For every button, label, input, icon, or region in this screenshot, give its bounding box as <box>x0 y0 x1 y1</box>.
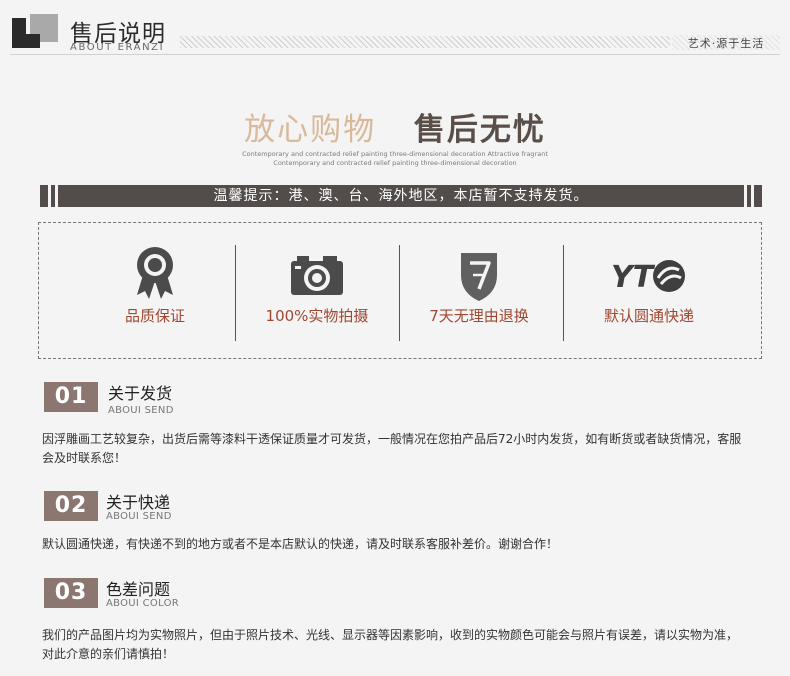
section-title: 色差问题 <box>106 580 171 599</box>
guarantee-label: 品质保证 <box>124 307 185 325</box>
section-subtitle: ABOUI SEND <box>106 511 172 522</box>
guarantee-item-express: YT 默认圆通快递 <box>569 223 729 360</box>
section-title: 关于快递 <box>106 493 171 512</box>
section-text: 默认圆通快递，有快递不到的地方或者不是本店默认的快递，请及时联系客服补差价。谢谢… <box>42 537 559 551</box>
section-subtitle: ABOUI COLOR <box>106 598 180 609</box>
hero-title-part1: 放心购物 <box>244 112 377 148</box>
award-ribbon-icon <box>137 247 173 299</box>
header-tagline: 艺术·源于生活 <box>672 35 780 50</box>
guarantee-label: 7天无理由退换 <box>429 307 529 325</box>
guarantee-label: 默认圆通快递 <box>603 307 694 325</box>
brand-logo <box>0 0 70 56</box>
section-number-badge: 03 <box>44 578 98 608</box>
section-subtitle: ABOUI SEND <box>108 405 174 416</box>
guarantee-label: 100%实物拍摄 <box>265 307 369 325</box>
hero-english-line-1: Contemporary and contracted relief paint… <box>242 150 548 158</box>
guarantee-divider <box>563 245 564 341</box>
header-stripe-band <box>180 36 670 48</box>
guarantee-divider <box>235 245 236 341</box>
notice-bar: 温馨提示：港、澳、台、海外地区，本店暂不支持发货。 <box>40 185 762 207</box>
hero-title: 放心购物 售后无忧 <box>0 104 790 149</box>
shield-7-icon <box>461 253 497 301</box>
notice-text: 温馨提示：港、澳、台、海外地区，本店暂不支持发货。 <box>213 188 589 204</box>
section-text: 因浮雕画工艺较复杂，出货后需等漆料干透保证质量才可发货，一般情况在您拍产品后72… <box>42 432 742 465</box>
page-subtitle: ABOUT ERANZI <box>70 42 165 53</box>
guarantee-item-7day-return: 7天无理由退换 <box>399 223 559 360</box>
header-divider <box>10 54 780 55</box>
section-number-badge: 01 <box>44 382 98 412</box>
guarantee-panel: 品质保证 100%实物拍摄 7天无理由退换 YT 默认圆通快递 <box>38 222 762 359</box>
section-number-badge: 02 <box>44 491 98 521</box>
logo-square-dark <box>26 34 40 48</box>
yto-express-logo-icon: YT <box>611 260 685 295</box>
guarantee-item-real-photo: 100%实物拍摄 <box>237 223 397 360</box>
hero-english-line-2: Contemporary and contracted relief paint… <box>273 159 517 167</box>
camera-icon <box>291 256 343 295</box>
logo-bar-dark <box>12 18 26 48</box>
section-text: 我们的产品图片均为实物照片，但由于照片技术、光线、显示器等因素影响，收到的实物颜… <box>42 628 739 661</box>
logo-text: YT <box>611 260 656 295</box>
hero-title-part2: 售后无忧 <box>413 112 546 148</box>
guarantee-item-quality: 品质保证 <box>75 223 235 360</box>
section-title: 关于发货 <box>108 384 173 403</box>
